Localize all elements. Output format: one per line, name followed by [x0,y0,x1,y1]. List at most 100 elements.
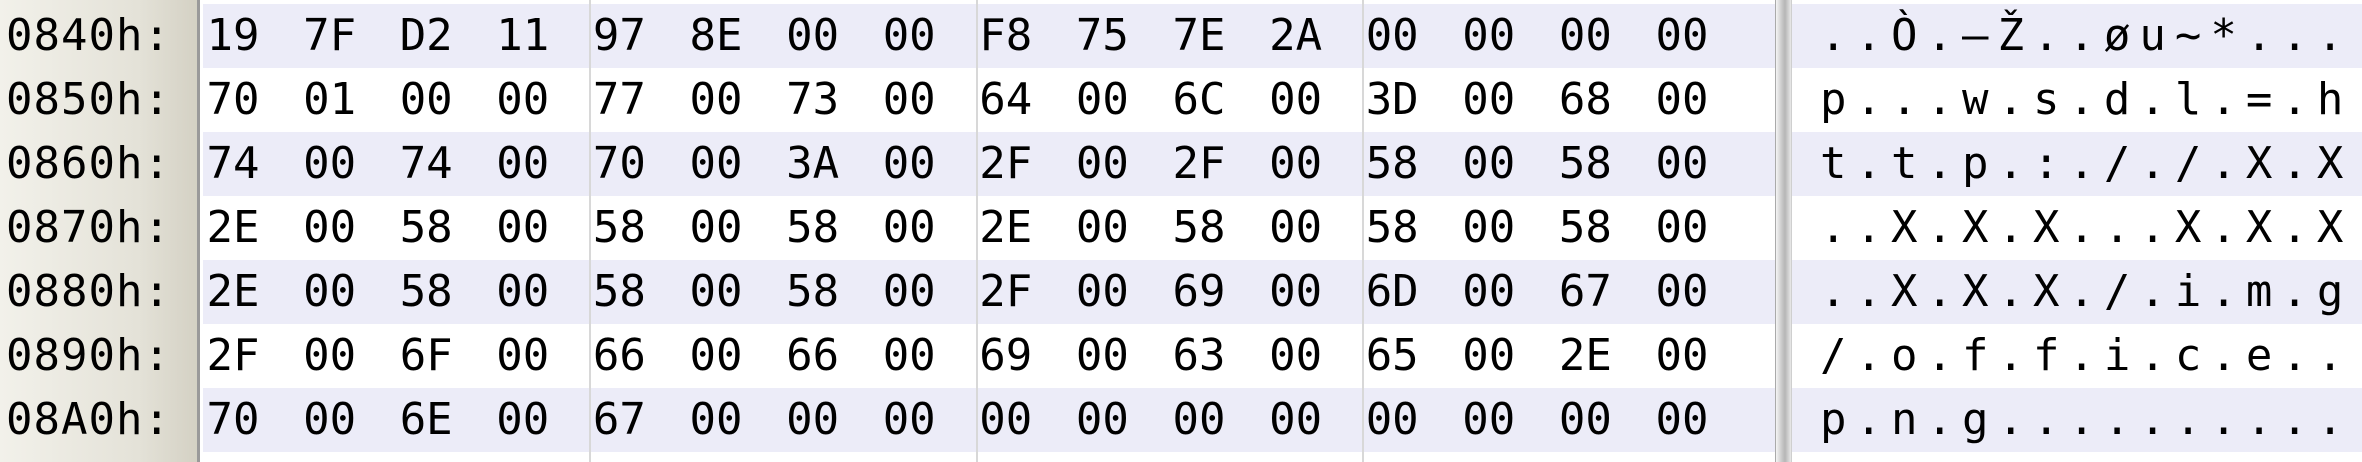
hex-byte[interactable]: 58 [1552,202,1618,254]
hex-byte[interactable]: 00 [297,266,363,318]
hex-byte[interactable]: 70 [586,138,652,190]
hex-byte[interactable]: 00 [1649,266,1715,318]
hex-byte[interactable]: 3A [780,138,846,190]
hex-byte[interactable]: 00 [780,10,846,62]
hex-byte[interactable]: 2F [973,266,1039,318]
hex-row[interactable]: 0860h: 74 00 74 00 70 00 3A 00 2F 00 2F 00 58 00 58 00 t.… [0,132,2362,196]
hex-byte[interactable]: 00 [393,74,459,126]
hex-byte[interactable]: 00 [297,394,363,446]
hex-byte[interactable]: 6D [1359,266,1425,318]
hex-byte[interactable]: 00 [1649,330,1715,382]
hex-byte[interactable]: 00 [1456,266,1522,318]
hex-row[interactable]: 0840h: 19 7F D2 11 97 8E 00 00 F8 75 7E 2A 00 00 00 00..… [0,4,2362,68]
hex-byte[interactable]: 00 [876,202,942,254]
hex-byte[interactable]: 6C [1166,74,1232,126]
hex-byte[interactable]: 2F [1166,138,1232,190]
hex-byte[interactable]: 00 [1166,394,1232,446]
hex-byte[interactable]: 00 [1359,10,1425,62]
hex-byte[interactable]: 00 [490,138,556,190]
hex-byte[interactable]: 00 [1456,202,1522,254]
hex-byte[interactable]: 00 [1263,74,1329,126]
hex-byte[interactable]: 70 [200,394,266,446]
hex-byte[interactable]: 69 [1166,266,1232,318]
hex-byte[interactable]: 00 [876,330,942,382]
hex-byte[interactable]: 2E [1552,330,1618,382]
hex-byte[interactable]: 66 [780,330,846,382]
hex-byte[interactable]: 00 [1069,266,1135,318]
hex-byte[interactable]: 77 [586,74,652,126]
hex-row[interactable]: 0880h: 2E 00 58 00 58 00 58 00 2F 00 69 00 6D 00 67 00..… [0,260,2362,324]
hex-byte[interactable]: 65 [1359,330,1425,382]
hex-byte[interactable]: 00 [297,138,363,190]
hex-ascii-splitter[interactable] [1775,0,1792,462]
hex-byte[interactable]: 97 [586,10,652,62]
hex-byte[interactable]: 00 [876,394,942,446]
hex-byte[interactable]: 00 [973,394,1039,446]
hex-byte[interactable]: 75 [1069,10,1135,62]
hex-byte[interactable]: 2F [973,138,1039,190]
hex-byte[interactable]: 74 [200,138,266,190]
ascii-text[interactable]: p.n.g........... [1820,394,2362,446]
hex-byte[interactable]: 00 [490,330,556,382]
ascii-text[interactable]: t.t.p.:././.X.X. [1820,138,2362,190]
ascii-text[interactable]: ..X.X.X...X.X.X. [1820,202,2362,254]
hex-editor-view[interactable]: 0840h: 19 7F D2 11 97 8E 00 00 F8 75 7E 2A 00 00 00 00..… [0,0,2362,462]
hex-byte[interactable]: 58 [586,202,652,254]
hex-byte[interactable]: 69 [973,330,1039,382]
hex-byte[interactable]: 00 [1649,74,1715,126]
ascii-text[interactable]: ..X.X.X./.i.m.g. [1820,266,2362,318]
hex-byte[interactable]: 00 [1456,138,1522,190]
hex-byte[interactable]: 00 [876,74,942,126]
hex-byte[interactable]: 00 [1069,394,1135,446]
hex-byte[interactable]: 00 [1649,394,1715,446]
hex-byte[interactable]: 00 [490,202,556,254]
hex-byte[interactable]: 00 [297,330,363,382]
hex-byte[interactable]: 58 [1359,138,1425,190]
hex-byte[interactable]: 58 [586,266,652,318]
hex-byte[interactable]: 6E [393,394,459,446]
hex-byte[interactable]: 58 [780,266,846,318]
hex-row[interactable]: 08A0h: 70 00 6E 00 67 00 00 00 00 00 00 00 00 00 00 00 p.… [0,388,2362,452]
hex-byte[interactable]: 00 [1263,202,1329,254]
hex-byte[interactable]: 2A [1263,10,1329,62]
hex-byte[interactable]: 00 [683,202,749,254]
hex-byte[interactable]: 00 [1069,74,1135,126]
hex-byte[interactable]: 00 [490,394,556,446]
hex-byte[interactable]: 7E [1166,10,1232,62]
hex-byte[interactable]: 00 [876,10,942,62]
ascii-text[interactable]: p...w.s.d.l.=.h. [1820,74,2362,126]
hex-byte[interactable]: 66 [586,330,652,382]
hex-byte[interactable]: 58 [393,202,459,254]
hex-byte[interactable]: 00 [1069,138,1135,190]
hex-byte[interactable]: 00 [683,74,749,126]
hex-byte[interactable]: 00 [683,394,749,446]
hex-byte[interactable]: 70 [200,74,266,126]
hex-byte[interactable]: 58 [393,266,459,318]
hex-byte[interactable]: 2E [200,266,266,318]
hex-byte[interactable]: 2E [973,202,1039,254]
hex-byte[interactable]: 00 [1263,330,1329,382]
hex-byte[interactable]: 64 [973,74,1039,126]
hex-byte[interactable]: 73 [780,74,846,126]
hex-row[interactable]: 0870h: 2E 00 58 00 58 00 58 00 2E 00 58 00 58 00 58 00..… [0,196,2362,260]
hex-byte[interactable]: 00 [780,394,846,446]
hex-byte[interactable]: 00 [490,266,556,318]
hex-byte[interactable]: 3D [1359,74,1425,126]
hex-byte[interactable]: 00 [1069,202,1135,254]
hex-byte[interactable]: D2 [393,10,459,62]
hex-byte[interactable]: 01 [297,74,363,126]
hex-byte[interactable]: 00 [1649,10,1715,62]
hex-byte[interactable]: 58 [1359,202,1425,254]
hex-row[interactable]: 0890h: 2F 00 6F 00 66 00 66 00 69 00 63 00 65 00 2E 00 /.… [0,324,2362,388]
hex-byte[interactable]: 19 [200,10,266,62]
hex-byte[interactable]: 00 [683,266,749,318]
hex-byte[interactable]: 00 [1359,394,1425,446]
ascii-text[interactable]: ..Ò.—Ž..øu~*.... [1820,10,2362,62]
hex-byte[interactable]: 58 [780,202,846,254]
hex-byte[interactable]: 74 [393,138,459,190]
hex-byte[interactable]: 00 [876,266,942,318]
hex-byte[interactable]: 00 [1649,202,1715,254]
hex-byte[interactable]: 00 [1456,330,1522,382]
hex-byte[interactable]: 00 [1456,74,1522,126]
hex-byte[interactable]: 67 [586,394,652,446]
